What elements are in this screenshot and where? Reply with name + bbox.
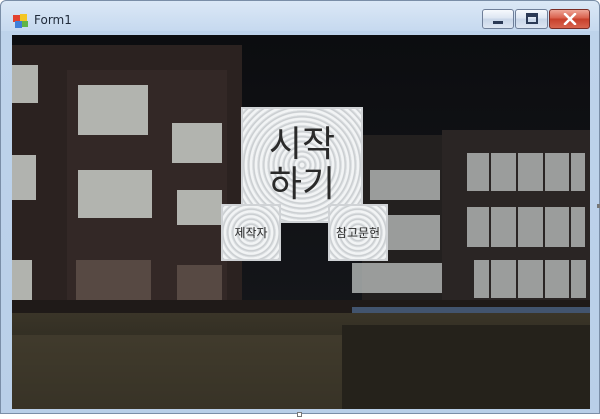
maximize-icon — [525, 10, 539, 29]
minimize-button[interactable] — [482, 9, 514, 29]
app-window: Form1 시작 하기 제작자 참고문헌 — [0, 0, 600, 414]
maximize-button[interactable] — [515, 9, 548, 29]
maker-button[interactable]: 제작자 — [221, 204, 281, 261]
start-label-line2: 하기 — [268, 164, 336, 205]
references-button[interactable]: 참고문헌 — [328, 204, 388, 261]
close-icon — [563, 10, 577, 29]
references-button-label: 참고문헌 — [335, 226, 381, 240]
maker-button-label: 제작자 — [234, 226, 268, 240]
window-title: Form1 — [34, 13, 72, 27]
form-app-icon — [13, 13, 29, 28]
minimize-icon — [491, 10, 505, 29]
start-label-line1: 시작 — [268, 124, 336, 165]
title-bar[interactable]: Form1 — [1, 1, 599, 33]
start-button-label: 시작 하기 — [269, 125, 335, 205]
close-button[interactable] — [549, 9, 590, 29]
bottom-resize-handle[interactable] — [297, 412, 302, 417]
client-area: 시작 하기 제작자 참고문헌 — [12, 35, 590, 409]
